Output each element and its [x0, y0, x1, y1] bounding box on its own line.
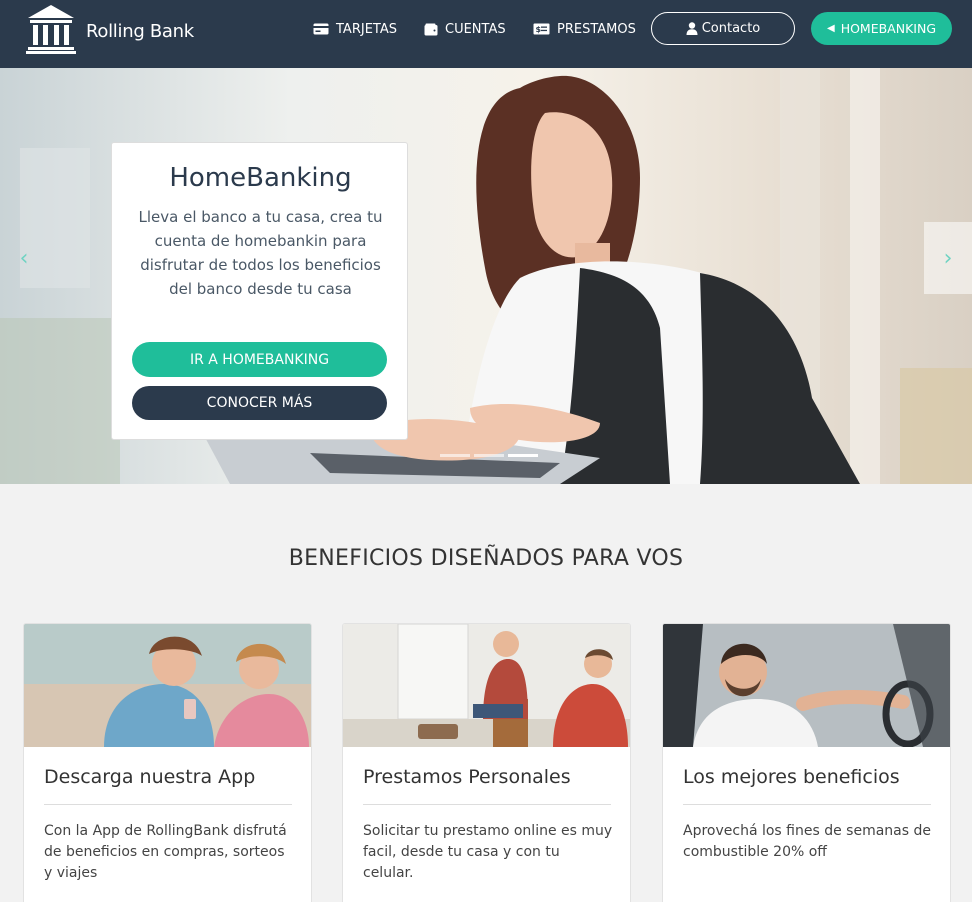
benefit-card-app[interactable]: Descarga nuestra App Con la App de Rolli…	[23, 623, 312, 902]
benefit-card-loans[interactable]: Prestamos Personales Solicitar tu presta…	[342, 623, 631, 902]
chevron-left-icon: ◀	[826, 23, 835, 34]
hero-carousel: ‹ › HomeBanking Lleva el banco a tu casa…	[0, 68, 972, 484]
nav-tarjetas-label: TARJETAS	[336, 21, 397, 37]
nav-prestamos-label: PRESTAMOS	[557, 21, 636, 37]
hero-caption-card: HomeBanking Lleva el banco a tu casa, cr…	[111, 142, 408, 440]
nav-prestamos[interactable]: $ PRESTAMOS	[533, 20, 636, 38]
benefit-card-title: Prestamos Personales	[363, 766, 571, 788]
brand-logo[interactable]: Rolling Bank	[24, 3, 194, 55]
contact-button[interactable]: Contacto	[651, 12, 795, 45]
user-icon	[686, 22, 698, 35]
benefit-card-fuel[interactable]: Los mejores beneficios Aprovechá los fin…	[662, 623, 951, 902]
nav-cuentas-label: CUENTAS	[445, 21, 506, 37]
card-divider	[363, 804, 611, 805]
card-divider	[683, 804, 931, 805]
wallet-icon	[424, 23, 438, 35]
benefit-card-text: Solicitar tu prestamo online es muy faci…	[363, 823, 613, 881]
carousel-indicator-3[interactable]	[508, 454, 538, 457]
benefits-heading: BENEFICIOS DISEÑADOS PARA VOS	[288, 546, 684, 571]
contact-label: Contacto	[701, 21, 761, 36]
couple-moving-image	[343, 624, 630, 747]
nav-cuentas[interactable]: CUENTAS	[424, 20, 506, 38]
benefit-card-text: Aprovechá los fines de semanas de combus…	[683, 823, 931, 860]
carousel-indicator-1[interactable]	[440, 454, 470, 457]
go-homebanking-button[interactable]: IR A HOMEBANKING	[132, 342, 387, 377]
learn-more-button[interactable]: CONOCER MÁS	[132, 386, 387, 420]
homebanking-nav-label: HOMEBANKING	[840, 21, 937, 36]
carousel-indicators	[440, 454, 542, 457]
navbar: Rolling Bank TARJETAS CUENTAS $ PRESTAMO…	[0, 0, 972, 68]
benefit-card-text: Con la App de RollingBank disfrutá de be…	[44, 823, 287, 881]
hero-description: Lleva el banco a tu casa, crea tu cuenta…	[138, 208, 383, 298]
homebanking-nav-button[interactable]: ◀ HOMEBANKING	[811, 12, 952, 45]
nav-tarjetas[interactable]: TARJETAS	[313, 20, 397, 38]
carousel-indicator-2[interactable]	[474, 454, 504, 457]
credit-card-icon	[313, 23, 329, 35]
brand-name: Rolling Bank	[86, 20, 194, 42]
svg-text:$: $	[536, 25, 542, 34]
man-driving-image	[663, 624, 950, 747]
friends-phone-image	[24, 624, 311, 747]
benefit-card-title: Los mejores beneficios	[683, 766, 900, 788]
hero-title: HomeBanking	[169, 163, 352, 193]
money-bill-icon: $	[533, 23, 550, 35]
carousel-prev-arrow[interactable]: ‹	[12, 244, 36, 272]
bank-columns-icon	[26, 5, 76, 54]
card-divider	[44, 804, 292, 805]
carousel-next-arrow[interactable]: ›	[924, 222, 972, 294]
benefit-card-title: Descarga nuestra App	[44, 766, 256, 788]
